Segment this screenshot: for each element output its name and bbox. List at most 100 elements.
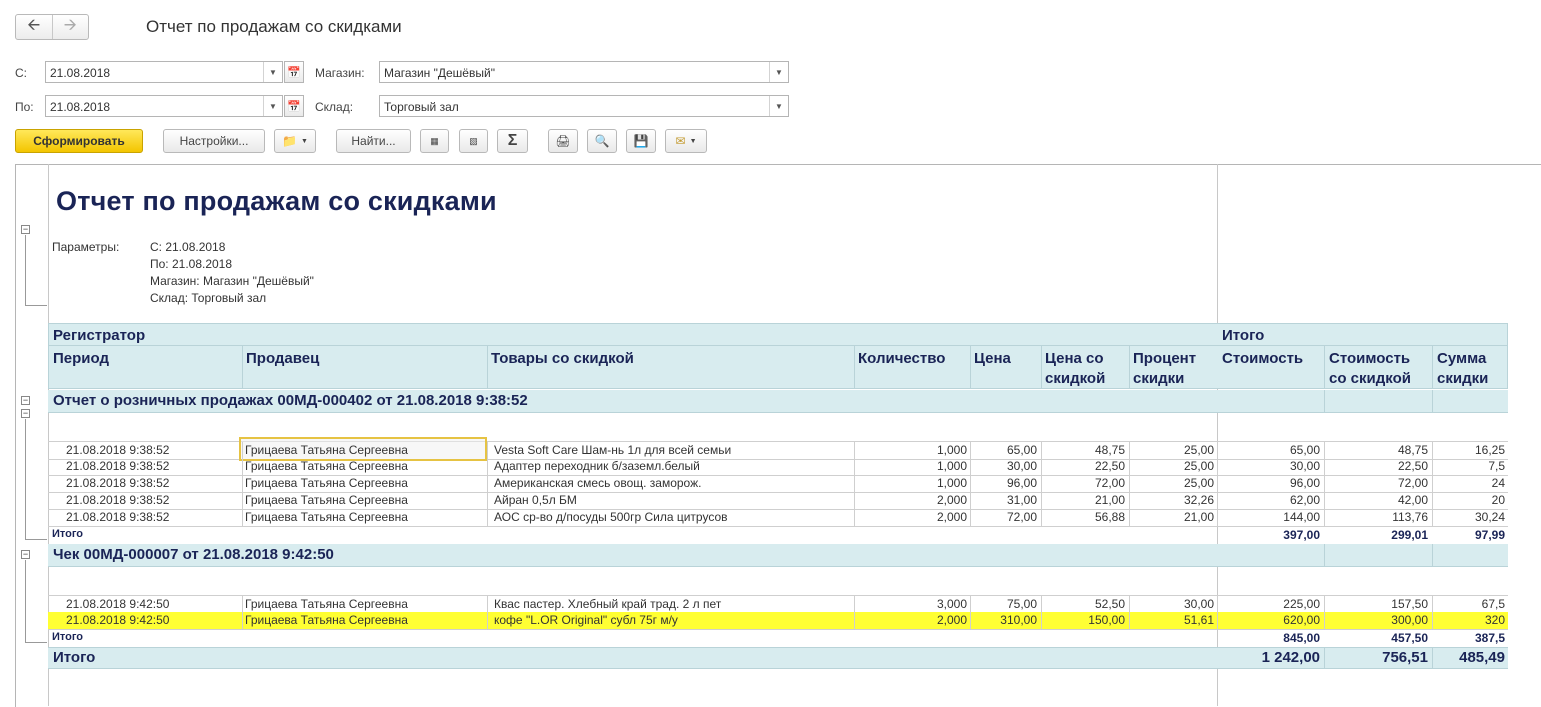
cell-qty: 2,000 bbox=[936, 613, 967, 627]
cell-price-disc: 52,50 bbox=[1094, 597, 1125, 611]
cell-cost-disc: 300,00 bbox=[1391, 613, 1428, 627]
column-divider bbox=[1324, 442, 1325, 459]
cell-cost-disc: 72,00 bbox=[1397, 476, 1428, 490]
cell-sum-disc: 30,24 bbox=[1474, 510, 1505, 524]
header-sum-disc-1: Сумма bbox=[1437, 350, 1487, 367]
calendar-icon[interactable]: 📅 bbox=[284, 61, 304, 83]
cell-qty: 2,000 bbox=[936, 510, 967, 524]
column-divider bbox=[487, 458, 488, 475]
column-divider bbox=[1129, 612, 1130, 629]
cell-goods: Vesta Soft Care Шам-нь 1л для всей семьи bbox=[494, 443, 732, 457]
column-divider bbox=[242, 596, 243, 613]
arrow-right-icon: 🡪 bbox=[63, 16, 77, 34]
cell-cost: 62,00 bbox=[1289, 493, 1320, 507]
settings-button[interactable]: Настройки... bbox=[163, 129, 265, 153]
header-price-disc-2: скидкой bbox=[1045, 370, 1106, 387]
report-title: Отчет по продажам со скидками bbox=[56, 186, 497, 216]
cell-price-disc: 72,00 bbox=[1094, 476, 1125, 490]
send-button[interactable]: ✉ ▼ bbox=[665, 129, 707, 153]
collapse-group-icon[interactable]: − bbox=[21, 409, 30, 418]
calendar-icon[interactable]: 📅 bbox=[284, 95, 304, 117]
column-divider bbox=[1041, 475, 1042, 492]
collapse-group-icon[interactable]: − bbox=[21, 550, 30, 559]
group-title[interactable]: Чек 00МД-000007 от 21.08.2018 9:42:50 bbox=[53, 546, 334, 563]
header-goods: Товары со скидкой bbox=[491, 350, 634, 367]
table-row[interactable]: 21.08.2018 9:38:52 Грицаева Татьяна Серге… bbox=[48, 492, 1508, 510]
cell-price: 65,00 bbox=[1006, 443, 1037, 457]
collapse-group-icon[interactable]: − bbox=[21, 396, 30, 405]
cell-seller: Грицаева Татьяна Сергеевна bbox=[245, 459, 408, 473]
header-period: Период bbox=[53, 350, 109, 367]
warehouse-field[interactable]: Торговый зал ▼ bbox=[379, 95, 789, 117]
sum-button[interactable]: Σ bbox=[497, 129, 528, 153]
column-divider bbox=[1432, 596, 1433, 613]
variants-button[interactable]: 📁 ▼ bbox=[274, 129, 316, 153]
cell-period: 21.08.2018 9:38:52 bbox=[66, 493, 170, 507]
cell-price: 72,00 bbox=[1006, 510, 1037, 524]
chevron-down-icon[interactable]: ▼ bbox=[263, 96, 282, 116]
cell-sum-disc: 24 bbox=[1491, 476, 1505, 490]
cell-cost-disc: 113,76 bbox=[1392, 510, 1428, 524]
chevron-down-icon[interactable]: ▼ bbox=[263, 62, 282, 82]
column-divider bbox=[1324, 492, 1325, 509]
table-row[interactable]: 21.08.2018 9:38:52 Грицаева Татьяна Серге… bbox=[48, 458, 1508, 476]
chevron-down-icon[interactable]: ▼ bbox=[769, 62, 788, 82]
cell-price-disc: 22,50 bbox=[1094, 459, 1125, 473]
cell-seller: Грицаева Татьяна Сергеевна bbox=[245, 476, 408, 490]
find-button[interactable]: Найти... bbox=[336, 129, 411, 153]
column-divider bbox=[487, 612, 488, 629]
to-date-field[interactable]: 21.08.2018 ▼ bbox=[45, 95, 283, 117]
preview-button[interactable]: 🔍 bbox=[587, 129, 617, 153]
column-divider bbox=[1129, 509, 1130, 526]
column-divider bbox=[487, 475, 488, 492]
save-button[interactable]: 💾 bbox=[626, 129, 656, 153]
store-field[interactable]: Магазин "Дешёвый" ▼ bbox=[379, 61, 789, 83]
column-divider bbox=[854, 475, 855, 492]
collapse-groups-icon: ▧ bbox=[469, 135, 478, 146]
cell-price: 75,00 bbox=[1006, 597, 1037, 611]
column-divider bbox=[1432, 509, 1433, 526]
column-divider bbox=[1217, 458, 1218, 475]
cell-cost: 144,00 bbox=[1283, 510, 1320, 524]
table-row[interactable]: 21.08.2018 9:38:52 Грицаева Татьяна Серге… bbox=[48, 509, 1508, 527]
generate-button[interactable]: Сформировать bbox=[15, 129, 143, 153]
to-date-value: 21.08.2018 bbox=[50, 100, 111, 114]
grand-total-label: Итого bbox=[53, 649, 96, 666]
cell-price-disc: 150,00 bbox=[1088, 613, 1125, 627]
column-divider bbox=[487, 492, 488, 509]
table-row[interactable]: 21.08.2018 9:38:52 Грицаева Татьяна Серге… bbox=[48, 475, 1508, 493]
collapse-groups-button[interactable]: ▧ bbox=[459, 129, 488, 153]
print-button[interactable]: 🖨 bbox=[548, 129, 578, 153]
header-pct-1: Процент bbox=[1133, 350, 1197, 367]
column-divider bbox=[1129, 442, 1130, 459]
expand-groups-button[interactable]: ▦ bbox=[420, 129, 449, 153]
from-date-field[interactable]: 21.08.2018 ▼ bbox=[45, 61, 283, 83]
column-divider bbox=[854, 458, 855, 475]
chevron-down-icon[interactable]: ▼ bbox=[769, 96, 788, 116]
store-value: Магазин "Дешёвый" bbox=[384, 66, 495, 80]
group-title[interactable]: Отчет о розничных продажах 00МД-000402 о… bbox=[53, 392, 528, 409]
expand-groups-icon: ▦ bbox=[430, 135, 439, 146]
cell-sum-disc: 67,5 bbox=[1481, 597, 1505, 611]
cell-seller: Грицаева Татьяна Сергеевна bbox=[245, 613, 408, 627]
forward-button[interactable]: 🡪 bbox=[51, 15, 89, 39]
header-qty: Количество bbox=[858, 350, 946, 367]
column-divider bbox=[1432, 458, 1433, 475]
column-divider bbox=[1041, 596, 1042, 613]
cell-sum-disc: 320 bbox=[1484, 613, 1505, 627]
cell-pct: 51,61 bbox=[1183, 613, 1214, 627]
arrow-left-icon: 🡨 bbox=[27, 16, 41, 34]
grand-total-cost: 1 242,00 bbox=[1261, 649, 1320, 666]
column-divider bbox=[854, 492, 855, 509]
cell-cost: 620,00 bbox=[1283, 613, 1320, 627]
back-button[interactable]: 🡨 bbox=[16, 15, 52, 39]
group-total-sum-disc: 387,5 bbox=[1474, 631, 1505, 645]
column-divider bbox=[970, 458, 971, 475]
column-divider bbox=[854, 596, 855, 613]
column-divider bbox=[854, 509, 855, 526]
cell-goods: кофе "L.OR Original" субл 75г м/у bbox=[494, 613, 678, 627]
table-row[interactable]: 21.08.2018 9:42:50 Грицаева Татьяна Серге… bbox=[48, 612, 1508, 630]
collapse-header-icon[interactable]: − bbox=[21, 225, 30, 234]
header-cost-disc-2: со скидкой bbox=[1329, 370, 1411, 387]
column-divider bbox=[1041, 442, 1042, 459]
